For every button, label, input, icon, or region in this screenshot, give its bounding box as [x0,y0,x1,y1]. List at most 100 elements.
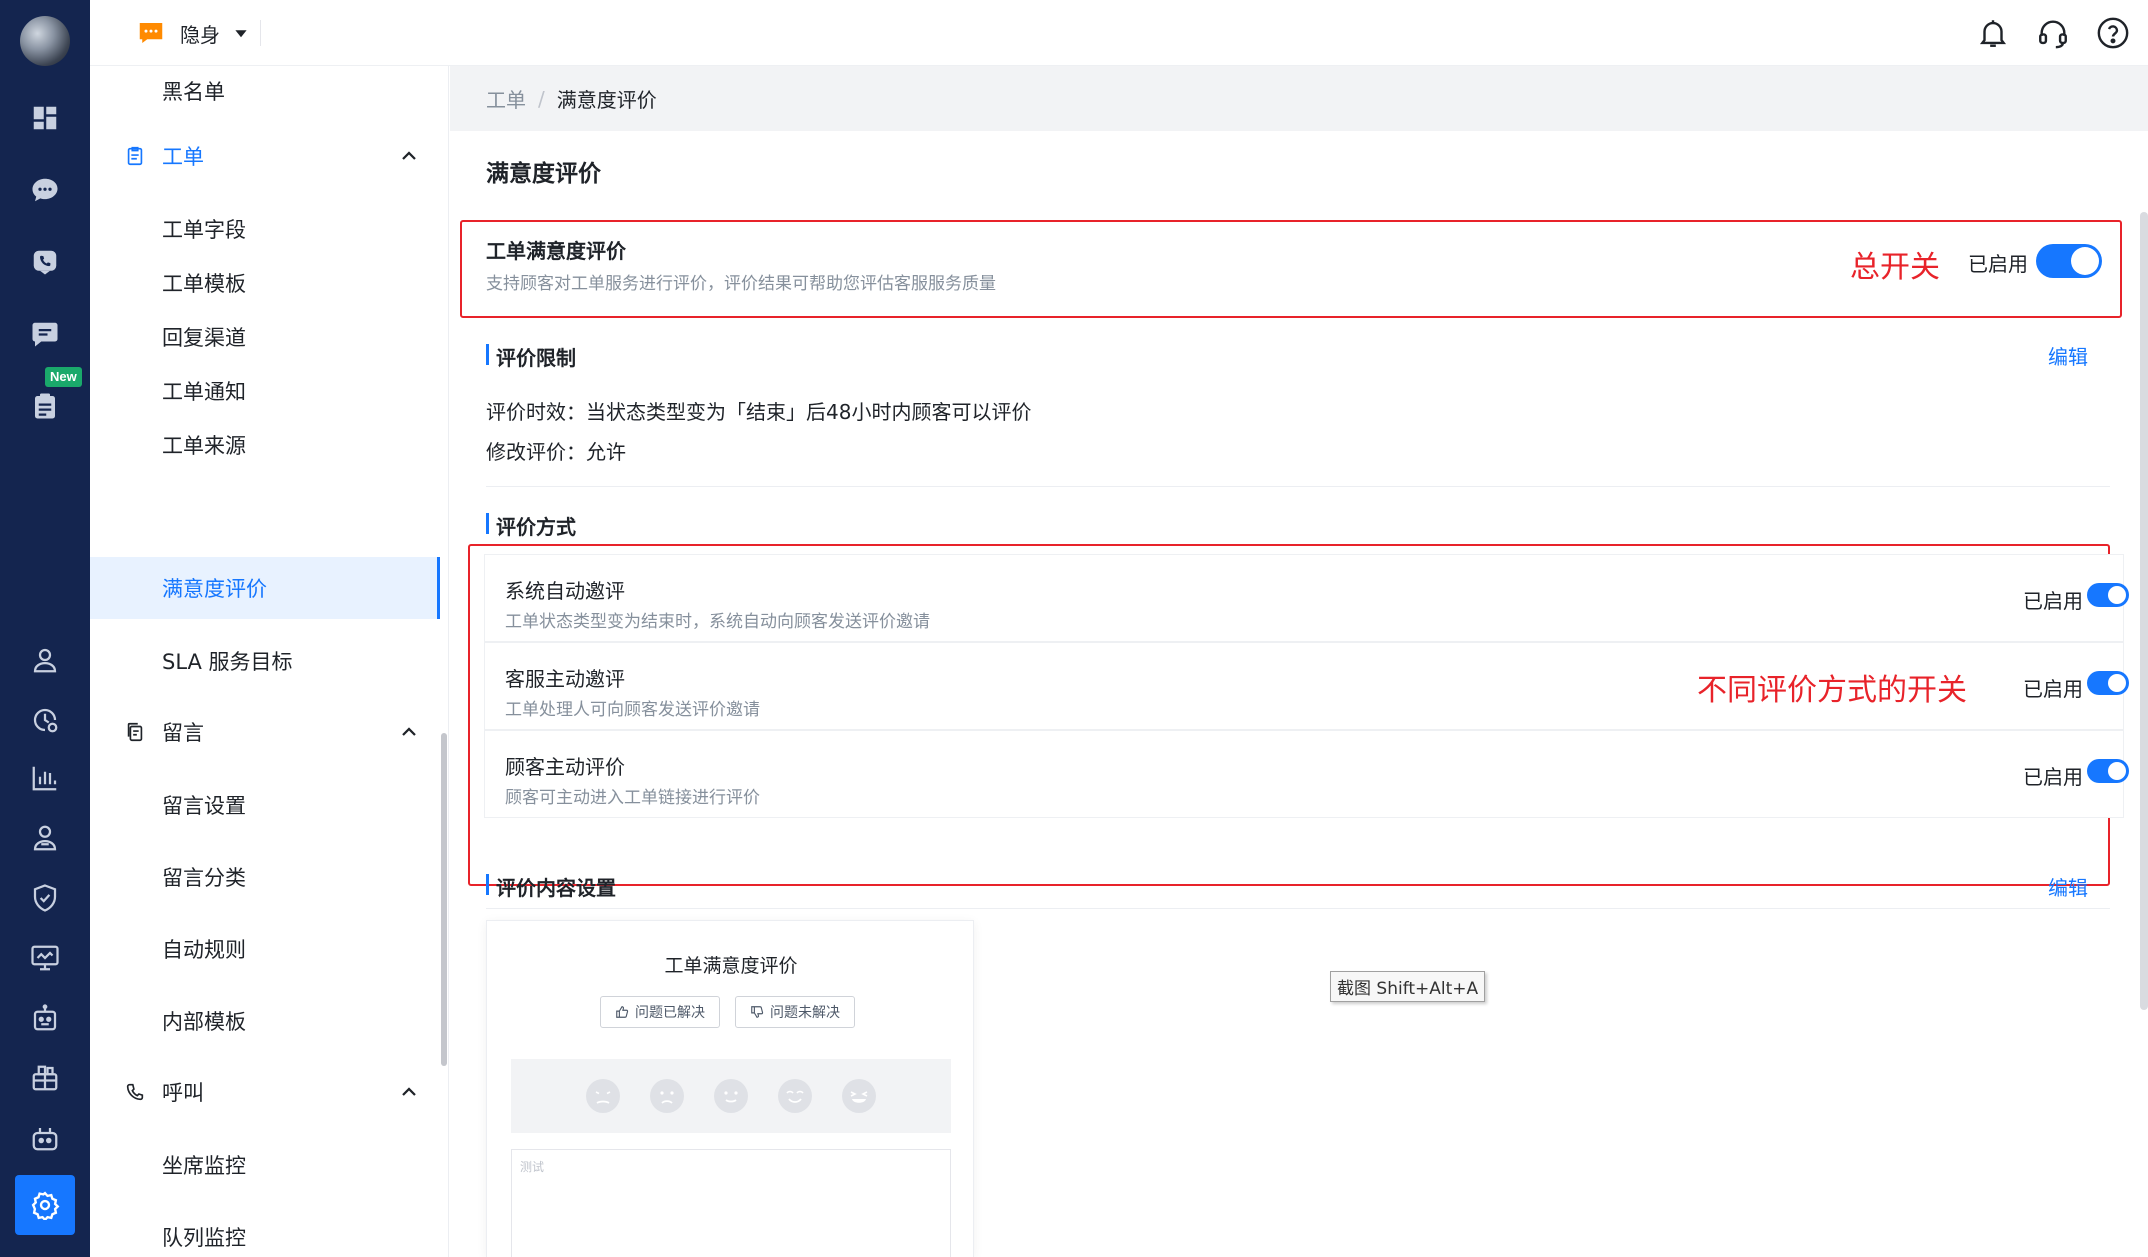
sidebar-item-ticket-sources[interactable]: 工单来源 [90,414,440,476]
page-title: 满意度评价 [486,161,601,187]
breadcrumb: 工单 / 满意度评价 [450,66,2148,131]
sidebar-group-call[interactable]: 呼叫 [90,1062,440,1122]
headset-icon[interactable] [2034,14,2072,52]
help-icon[interactable] [2094,14,2132,52]
avatar[interactable] [20,16,70,66]
preview-title: 工单满意度评价 [664,955,798,977]
neutral-face-icon[interactable] [713,1078,749,1114]
edit-limits-link[interactable]: 编辑 [2048,341,2088,370]
status-dropdown[interactable]: 隐身 [136,18,248,48]
copy-icon [124,721,146,743]
method-title: 客服主动邀评 [505,667,625,691]
method-row-system-auto: 系统自动邀评 工单状态类型变为结束时，系统自动向顾客发送评价邀请 已启用 [484,554,2129,642]
settings-icon[interactable] [15,1175,75,1235]
method-title: 顾客主动评价 [505,755,625,779]
method-status: 已启用 [2023,677,2083,701]
sidebar-item-internal-templates[interactable]: 内部模板 [90,990,440,1052]
invisible-status-icon [139,23,163,43]
ticket-icon[interactable] [25,386,65,426]
sidebar-item-reply-channels[interactable]: 回复渠道 [90,306,440,368]
user-icon[interactable] [25,640,65,680]
monitor-icon[interactable] [25,938,65,978]
unsatisfied-face-icon[interactable] [649,1078,685,1114]
thumbs-down-icon [751,1006,764,1018]
chevron-up-icon [402,1087,416,1096]
shield-icon[interactable] [25,878,65,918]
sidebar-item-ticket-templates[interactable]: 工单模板 [90,252,440,314]
main-scrollbar[interactable] [2140,212,2148,1010]
edit-content-link[interactable]: 编辑 [2048,872,2088,901]
integration-icon[interactable] [25,1058,65,1098]
method-row-customer-initiated: 顾客主动评价 顾客可主动进入工单链接进行评价 已启用 [484,730,2129,818]
method-status: 已启用 [2023,589,2083,613]
sidebar-group-label: 留言 [162,721,204,745]
method-toggle-customer-initiated[interactable] [2087,759,2129,783]
screenshot-tooltip: 截图 Shift+Alt+A [1330,971,1486,1002]
method-description: 工单状态类型变为结束时，系统自动向顾客发送评价邀请 [505,612,930,632]
sidebar-item-blacklist[interactable]: 黑名单 [90,66,440,116]
phone-icon[interactable] [25,242,65,282]
top-header: 隐身 [90,0,2148,66]
limit-modify: 修改评价：允许 [486,440,626,464]
sidebar-item-queue-monitor[interactable]: 队列监控 [90,1206,440,1257]
sidebar-item-ticket-fields[interactable]: 工单字段 [90,198,440,260]
users-icon[interactable] [25,818,65,858]
sidebar-item-sla[interactable]: SLA 服务目标 [90,630,440,692]
sidebar-group-label: 呼叫 [162,1081,204,1105]
annotation-master-switch: 总开关 [1850,250,1940,285]
very-unsatisfied-face-icon[interactable] [585,1078,621,1114]
breadcrumb-parent[interactable]: 工单 [486,84,526,113]
sidebar-scrollbar[interactable] [441,733,447,1066]
method-description: 顾客可主动进入工单链接进行评价 [505,788,760,808]
sidebar-item-auto-rules[interactable]: 自动规则 [90,918,440,980]
phone-icon [124,1081,146,1103]
settings-sidebar: 黑名单 工单 工单字段 工单模板 回复渠道 工单通知 工单来源 满意度评价 SL… [90,66,449,1257]
divider [486,908,2110,909]
resolved-label: 问题已解决 [635,1005,705,1021]
method-title: 系统自动邀评 [505,579,625,603]
sidebar-item-message-settings[interactable]: 留言设置 [90,774,440,836]
sidebar-item-agent-monitor[interactable]: 坐席监控 [90,1134,440,1196]
annotation-methods: 不同评价方式的开关 [1697,673,1967,708]
master-switch-toggle[interactable] [2036,244,2102,278]
unresolved-button[interactable]: 问题未解决 [735,996,855,1028]
rating-preview-card: 工单满意度评价 问题已解决 问题未解决 测试 [486,920,974,1257]
clock-icon[interactable] [25,700,65,740]
breadcrumb-separator: / [538,86,545,111]
sidebar-group-label: 工单 [162,145,204,169]
sidebar-item-message-categories[interactable]: 留言分类 [90,846,440,908]
unresolved-label: 问题未解决 [770,1005,840,1021]
method-row-agent-invite: 客服主动邀评 工单处理人可向顾客发送评价邀请 不同评价方式的开关 已启用 [484,642,2129,730]
main-content: 工单 / 满意度评价 满意度评价 工单满意度评价 支持顾客对工单服务进行评价，评… [450,66,2148,1257]
divider [260,20,261,46]
chevron-up-icon [402,727,416,736]
sidebar-item-ticket-notifications[interactable]: 工单通知 [90,360,440,422]
chat-icon[interactable] [25,170,65,210]
master-switch-title: 工单满意度评价 [486,239,626,263]
section-heading-content: 评价内容设置 [486,872,616,901]
sidebar-group-messages[interactable]: 留言 [90,702,440,762]
thumbs-up-icon [616,1006,629,1018]
method-status: 已启用 [2023,765,2083,789]
chevron-up-icon [402,151,416,160]
bar-chart-icon[interactable] [25,758,65,798]
message-icon[interactable] [25,314,65,354]
satisfied-face-icon[interactable] [777,1078,813,1114]
very-satisfied-face-icon[interactable] [841,1078,877,1114]
method-toggle-agent-invite[interactable] [2087,671,2129,695]
bell-icon[interactable] [1974,14,2012,52]
dashboard-icon[interactable] [25,98,65,138]
method-toggle-system-auto[interactable] [2087,583,2129,607]
sidebar-group-ticket[interactable]: 工单 [90,126,440,186]
caret-down-icon [235,30,247,38]
rating-faces-row [511,1059,951,1133]
method-description: 工单处理人可向顾客发送评价邀请 [505,700,760,720]
master-switch-status: 已启用 [1968,252,2028,276]
bot-icon[interactable] [25,1118,65,1158]
resolved-button[interactable]: 问题已解决 [600,996,720,1028]
master-switch-description: 支持顾客对工单服务进行评价，评价结果可帮助您评估客服服务质量 [486,274,996,294]
sidebar-item-satisfaction[interactable]: 满意度评价 [90,557,440,619]
preview-comment-textarea[interactable]: 测试 [511,1149,951,1257]
divider [486,486,2110,487]
robot-icon[interactable] [25,998,65,1038]
